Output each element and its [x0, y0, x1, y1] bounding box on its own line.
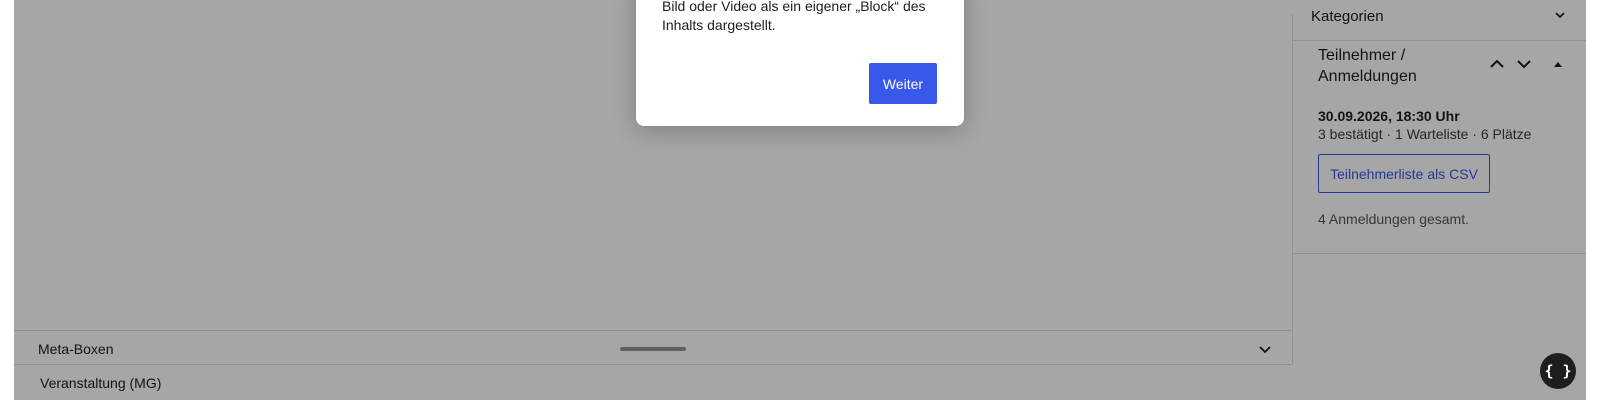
code-braces-button[interactable]: { }: [1540, 353, 1576, 389]
welcome-guide-modal: Bild oder Video als ein eigener „Block“ …: [636, 0, 964, 126]
next-button[interactable]: Weiter: [869, 63, 937, 104]
modal-text: Bild oder Video als ein eigener „Block“ …: [662, 0, 926, 33]
